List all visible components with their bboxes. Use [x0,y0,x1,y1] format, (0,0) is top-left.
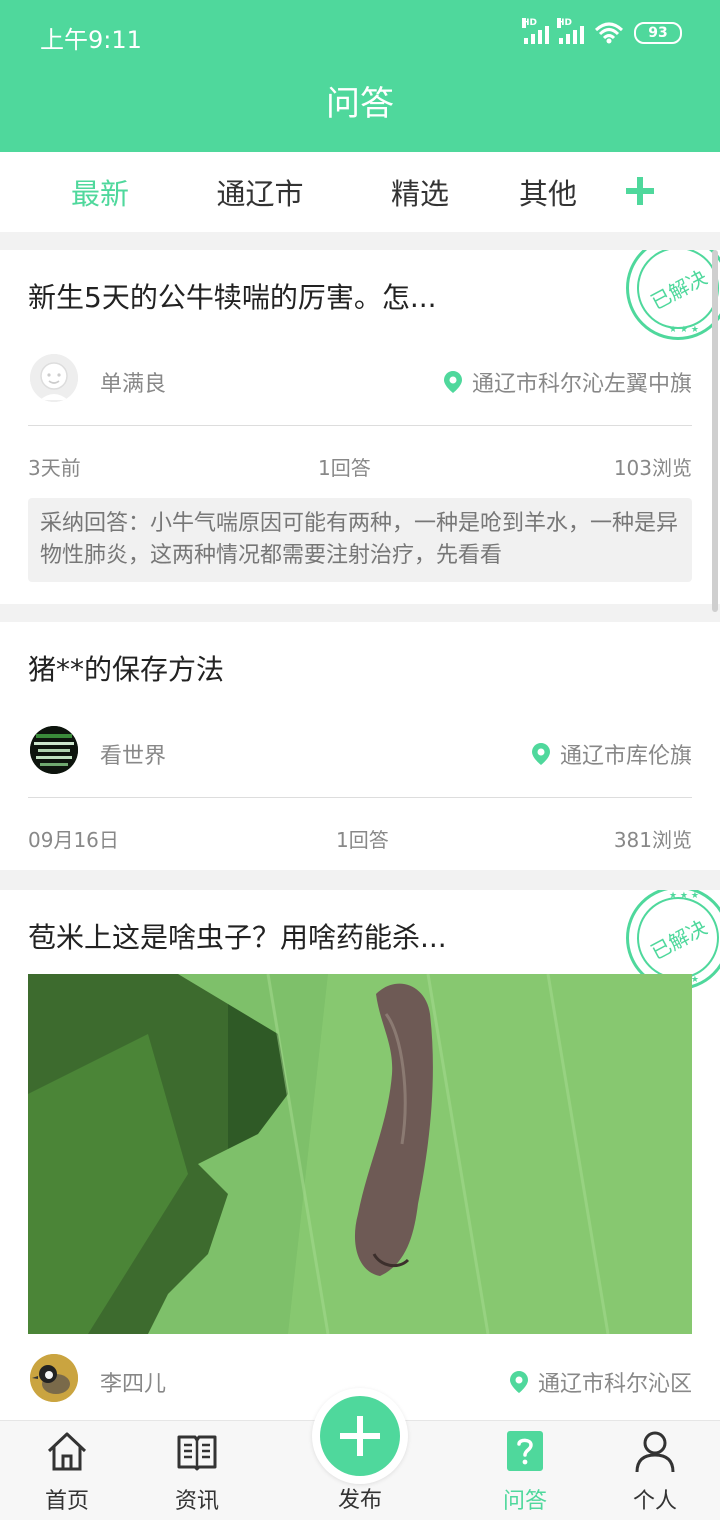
question-card[interactable]: 新生5天的公牛犊喘的厉害。怎... 已解决 ★ ★ ★ ★ ★ ★ 单满良 通辽… [0,250,720,604]
location-text: 通辽市科尔沁区 [537,1372,692,1397]
view-count: 103浏览 [613,456,692,480]
location-pin-icon [443,371,462,393]
avatar[interactable] [30,726,78,774]
person-icon [635,1431,675,1473]
signal-icon: HD [522,18,549,44]
category-tabs: 最新 通辽市 精选 其他 [0,152,720,232]
post-time: 09月16日 [28,828,119,852]
tab-other[interactable]: 其他 [508,152,588,232]
battery-icon: 93 [634,22,682,44]
location-pin-icon [531,743,550,765]
scrollbar[interactable] [712,250,718,612]
username[interactable]: 李四儿 [100,1366,166,1398]
nav-label: 首页 [44,1489,89,1514]
post-time: 3天前 [28,456,81,480]
nav-label: 资讯 [174,1489,219,1514]
tab-latest[interactable]: 最新 [60,152,140,232]
adopted-answer[interactable]: 采纳回答：小牛气喘原因可能有两种，一种是呛到羊水，一种是异物性肺炎，这两种情况都… [28,498,692,582]
publish-button[interactable] [320,1396,400,1476]
tab-featured[interactable]: 精选 [380,152,460,232]
home-icon [47,1432,87,1471]
location-pin-icon [509,1371,528,1393]
wifi-icon [594,22,624,44]
page-title: 问答 [0,72,720,152]
plus-icon [340,1416,380,1456]
question-title[interactable]: 苞米上这是啥虫子？用啥药能杀... [28,916,447,956]
bird-photo-avatar [30,1354,78,1402]
location-text: 通辽市库伦旗 [559,744,692,769]
divider [28,797,692,798]
nav-home[interactable]: 首页 [12,1421,122,1520]
answer-count: 1回答 [336,828,389,852]
user-photo-avatar [30,726,78,774]
nav-label: 问答 [502,1489,547,1514]
question-card[interactable]: 苞米上这是啥虫子？用啥药能杀... 已解决 ★ ★ ★ ★ ★ ★ 李四儿 通辽… [0,890,720,1420]
question-card[interactable]: 猪**的保存方法 看世界 通辽市库伦旗 09月16日 1回答 381浏览 [0,622,720,870]
nav-profile[interactable]: 个人 [600,1421,710,1520]
status-time: 上午9:11 [40,26,142,54]
solved-stamp: 已解决 ★ ★ ★ ★ ★ ★ [622,250,720,344]
nav-label: 个人 [632,1489,677,1514]
book-icon [177,1435,217,1471]
question-icon [507,1431,543,1471]
view-count: 381浏览 [613,828,692,852]
question-image[interactable] [28,974,692,1334]
nav-qa[interactable]: 问答 [470,1421,580,1520]
divider [28,425,692,426]
answer-count: 1回答 [318,456,371,480]
nav-news[interactable]: 资讯 [142,1421,252,1520]
location: 通辽市库伦旗 [531,738,692,770]
tab-tongliao[interactable]: 通辽市 [205,152,315,232]
question-title[interactable]: 新生5天的公牛犊喘的厉害。怎... [28,276,437,316]
question-title[interactable]: 猪**的保存方法 [28,648,224,688]
default-avatar-icon [30,354,78,402]
add-tab-button[interactable] [620,166,660,216]
location-text: 通辽市科尔沁左翼中旗 [471,372,692,397]
username[interactable]: 看世界 [100,738,166,770]
avatar[interactable] [30,1354,78,1402]
location: 通辽市科尔沁左翼中旗 [443,366,692,398]
location: 通辽市科尔沁区 [509,1366,692,1398]
plus-icon [626,177,654,205]
username[interactable]: 单满良 [100,366,166,398]
status-bar: 上午9:11 HD HD 93 [0,0,720,72]
status-icons: HD HD 93 [522,18,682,44]
signal-icon: HD [557,18,584,44]
publish-label[interactable]: 发布 [310,1482,410,1514]
avatar[interactable] [30,354,78,402]
